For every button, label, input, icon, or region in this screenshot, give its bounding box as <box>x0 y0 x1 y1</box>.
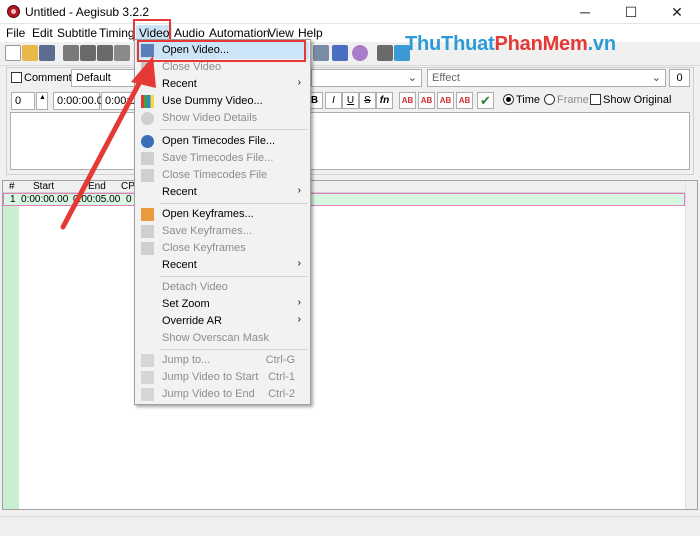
annotation-arrow <box>60 56 156 230</box>
arrow-head <box>131 56 156 88</box>
arrow-shaft <box>60 73 146 230</box>
